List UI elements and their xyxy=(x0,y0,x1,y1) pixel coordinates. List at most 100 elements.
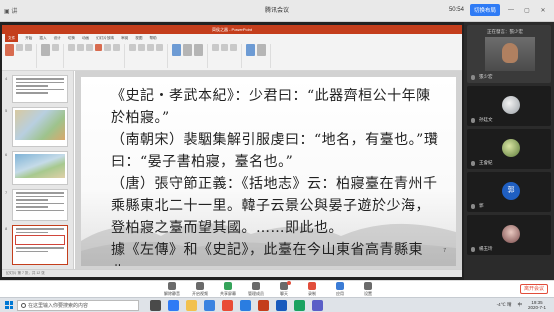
ribbon-tab-view[interactable]: 视图 xyxy=(135,36,142,41)
slide-thumbnail[interactable]: 7 xyxy=(5,189,68,221)
avatar xyxy=(502,225,520,243)
copy-icon[interactable] xyxy=(25,44,32,51)
replace-icon[interactable] xyxy=(221,44,228,51)
bold-icon[interactable] xyxy=(68,44,75,51)
ribbon-tool-groups xyxy=(5,44,271,68)
text-direction-icon[interactable] xyxy=(156,44,163,51)
edge-icon[interactable] xyxy=(168,300,179,311)
slide-thumbnail[interactable]: 6 xyxy=(5,151,68,185)
italic-icon[interactable] xyxy=(77,44,84,51)
members-icon xyxy=(252,282,260,290)
shapes-icon[interactable] xyxy=(172,44,181,56)
switch-layout-button[interactable]: 切换布局 xyxy=(469,4,500,16)
search-icon xyxy=(21,303,26,308)
ppt-title-bar: 齊侯之器 - PowerPoint xyxy=(2,25,462,34)
mic-muted-icon xyxy=(471,118,475,123)
apps-button[interactable]: 应用 xyxy=(328,282,352,297)
start-video-button[interactable]: 开启视频 xyxy=(188,282,212,297)
ribbon-tab-review[interactable]: 审阅 xyxy=(121,36,128,41)
paste-icon[interactable] xyxy=(5,44,14,56)
weather-widget[interactable]: -4℃ 晴 xyxy=(497,302,512,308)
camera-icon xyxy=(196,282,204,290)
gear-icon xyxy=(364,282,372,290)
unmute-button[interactable]: 解除静音 xyxy=(160,282,184,297)
share-screen-icon xyxy=(224,282,232,290)
taskbar-apps xyxy=(150,300,323,311)
ime-indicator[interactable]: 中 xyxy=(517,302,522,308)
participant-name: 郭 xyxy=(479,203,484,208)
taskbar-clock[interactable]: 19:35 2020-7-1 xyxy=(528,300,546,310)
participant-tile[interactable]: 王會紀 xyxy=(467,129,551,169)
ribbon-tab-design[interactable]: 设计 xyxy=(54,36,61,41)
record-button[interactable]: 录制 xyxy=(300,282,324,297)
participant-name: 楊玉玲 xyxy=(479,246,493,251)
underline-icon[interactable] xyxy=(86,44,93,51)
dictate-icon[interactable] xyxy=(246,44,255,56)
settings-button[interactable]: 设置 xyxy=(356,282,380,297)
speaker-label: 正在發言：張少宏 xyxy=(487,29,523,34)
word-icon[interactable] xyxy=(276,300,287,311)
ppt-ribbon: 文件 开始 插入 设计 切换 动画 幻灯片放映 审阅 视图 帮助 xyxy=(2,34,462,71)
mic-muted-icon xyxy=(471,247,475,252)
chrome-icon[interactable] xyxy=(222,300,233,311)
current-slide[interactable]: 《史記・孝武本紀》：少君曰：“此器齊桓公十年陳於柏寢。” （南朝宋）裴駰集解引服… xyxy=(81,77,456,266)
find-icon[interactable] xyxy=(212,44,219,51)
new-slide-icon[interactable] xyxy=(41,44,50,56)
designer-icon[interactable] xyxy=(257,44,266,56)
task-view-icon[interactable] xyxy=(150,300,161,311)
font-color-icon[interactable] xyxy=(95,44,102,51)
app-icon[interactable] xyxy=(312,300,323,311)
maximize-button[interactable]: ▢ xyxy=(522,7,532,14)
participant-name: 張少宏 xyxy=(479,74,493,79)
powerpoint-icon[interactable] xyxy=(258,300,269,311)
ribbon-tab-home[interactable]: 开始 xyxy=(25,36,32,41)
slide-thumbnail-selected[interactable]: 8 xyxy=(5,225,68,265)
chat-button[interactable]: 聊天 xyxy=(272,281,296,297)
clear-format-icon[interactable] xyxy=(113,44,120,51)
mic-muted-icon xyxy=(471,161,475,166)
coast-thumbnail-image xyxy=(15,154,65,178)
cut-icon[interactable] xyxy=(16,44,23,51)
ribbon-tab-slideshow[interactable]: 幻灯片放映 xyxy=(96,36,114,41)
quick-styles-icon[interactable] xyxy=(194,44,203,56)
bullets-icon[interactable] xyxy=(129,44,136,51)
mic-muted-icon xyxy=(471,204,475,209)
tencent-meeting-icon[interactable] xyxy=(240,300,251,311)
align-icon[interactable] xyxy=(147,44,154,51)
ribbon-tab-animations[interactable]: 动画 xyxy=(82,36,89,41)
numbering-icon[interactable] xyxy=(138,44,145,51)
slide-thumbnail[interactable]: 5 xyxy=(5,107,68,147)
share-screen-button[interactable]: 共享屏幕 xyxy=(216,282,240,297)
layout-icon[interactable] xyxy=(52,44,59,51)
file-explorer-icon[interactable] xyxy=(186,300,197,311)
minimize-button[interactable]: — xyxy=(506,7,516,13)
microphone-icon xyxy=(168,282,176,290)
windows-start-icon[interactable] xyxy=(5,301,13,309)
ribbon-tab-insert[interactable]: 插入 xyxy=(39,36,46,41)
manage-members-button[interactable]: 管理成员 xyxy=(244,282,268,297)
windows-taskbar: 在这里输入你要搜索的内容 -4℃ 晴 中 19:35 2020-7-1 xyxy=(0,297,554,312)
taskbar-search-input[interactable]: 在这里输入你要搜索的内容 xyxy=(17,300,139,311)
close-button[interactable]: ✕ xyxy=(538,7,548,14)
select-icon[interactable] xyxy=(230,44,237,51)
slide-paragraph: （南朝宋）裴駰集解引服虔曰：“地名，有臺也。”瓚曰：“晏子書柏寢，臺名也。” xyxy=(111,132,439,170)
wechat-icon[interactable] xyxy=(294,300,305,311)
participant-tile[interactable]: 楊玉玲 xyxy=(467,215,551,255)
highlight-box xyxy=(15,235,65,245)
ribbon-tab-transitions[interactable]: 切换 xyxy=(68,36,75,41)
slide-thumbnail[interactable]: 4 xyxy=(5,75,68,103)
map-thumbnail-image xyxy=(15,110,65,140)
participant-tile-host[interactable]: 正在發言：張少宏 張少宏 xyxy=(467,25,551,83)
meeting-control-bar: 解除静音 开启视频 共享屏幕 管理成员 聊天 录制 应用 设置 离开会议 xyxy=(0,280,554,297)
leave-meeting-button[interactable]: 离开会议 xyxy=(520,284,548,294)
apps-icon xyxy=(336,282,344,290)
ribbon-tab-file[interactable]: 文件 xyxy=(5,34,19,42)
participant-tile[interactable]: 郭 郭 xyxy=(467,172,551,212)
font-size-icon[interactable] xyxy=(104,44,111,51)
arrange-icon[interactable] xyxy=(183,44,192,56)
slide-body-text: 《史記・孝武本紀》：少君曰：“此器齊桓公十年陳於柏寢。” （南朝宋）裴駰集解引服… xyxy=(111,85,441,266)
ribbon-tab-help[interactable]: 帮助 xyxy=(149,36,156,41)
participant-tile[interactable]: 孙廷文 xyxy=(467,86,551,126)
store-icon[interactable] xyxy=(204,300,215,311)
slide-number: 7 xyxy=(443,248,446,254)
